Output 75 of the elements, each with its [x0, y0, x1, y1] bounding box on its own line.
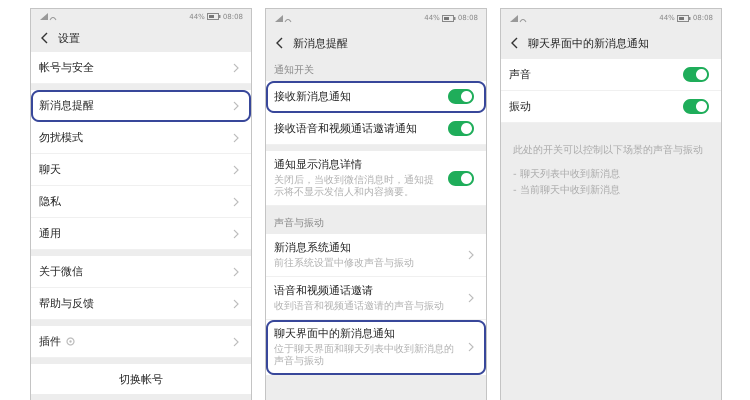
back-icon [41, 32, 48, 44]
row-label: 接收语音和视频通话邀请通知 [274, 121, 417, 136]
chevron-right-icon [233, 336, 239, 346]
row-description: 收到语音和视频通话邀请的声音与振动 [274, 301, 445, 313]
chevron-right-icon [233, 62, 239, 72]
switch-account-button[interactable]: 切换帐号 [113, 370, 169, 388]
row-label: 声音 [509, 67, 531, 82]
note-line: - 聊天列表中收到新消息 [513, 168, 621, 181]
battery-icon [206, 13, 221, 20]
toggle-switch[interactable] [683, 99, 709, 114]
chevron-right-icon [233, 228, 239, 238]
row-label: 接收新消息通知 [274, 89, 351, 104]
settings-row[interactable]: 插件 [31, 326, 251, 358]
page-title: 聊天界面中的新消息通知 [528, 36, 649, 50]
battery-icon [442, 14, 456, 22]
chevron-right-icon [233, 132, 239, 142]
toggle-switch[interactable] [448, 170, 474, 186]
chevron-right-icon [468, 342, 474, 352]
settings-row[interactable]: 聊天 [31, 154, 251, 186]
page-title: 设置 [58, 30, 80, 46]
settings-row[interactable]: 聊天界面中的新消息通知 位于聊天界面和聊天列表中收到新消息的声音与振动 [266, 320, 486, 375]
settings-row[interactable]: 帐号与安全 [31, 52, 251, 84]
settings-row[interactable]: 新消息系统通知 前往系统设置中修改声音与振动 [266, 234, 486, 277]
settings-row[interactable]: 通用 [31, 218, 251, 250]
note-line: - 当前聊天中收到新消息 [513, 184, 621, 197]
row-label: 通知显示消息详情 [274, 157, 362, 172]
battery-icon [676, 14, 691, 22]
settings-row[interactable]: 接收语音和视频通话邀请通知 [266, 113, 486, 145]
row-label: 勿扰模式 [39, 130, 83, 145]
chevron-right-icon [233, 100, 239, 110]
row-label: 新消息系统通知 [274, 240, 351, 255]
settings-row[interactable]: 振动 [501, 91, 721, 123]
settings-row[interactable]: 勿扰模式 [31, 122, 251, 154]
back-button[interactable] [274, 35, 285, 51]
settings-row[interactable]: 语音和视频通话邀请 收到语音和视频通话邀请的声音与振动 [266, 277, 486, 320]
row-label: 语音和视频通话邀请 [274, 283, 373, 298]
row-label: 通用 [39, 226, 61, 241]
settings-row[interactable]: 声音 [501, 59, 721, 91]
back-button[interactable] [509, 35, 520, 51]
chevron-right-icon [233, 164, 239, 174]
page-title: 新消息提醒 [293, 36, 348, 50]
chevron-right-icon [233, 266, 239, 276]
section-header: 声音与振动 [273, 216, 325, 231]
chevron-right-icon [233, 196, 239, 206]
section-header: 通知开关 [273, 64, 315, 78]
settings-row[interactable]: 新消息提醒 [31, 90, 251, 122]
settings-row[interactable]: 通知显示消息详情 关闭后，当收到微信消息时，通知提示将不显示发信人和内容摘要。 [266, 151, 486, 206]
row-label: 帐号与安全 [39, 60, 94, 75]
row-description: 位于聊天界面和聊天列表中收到新消息的声音与振动 [274, 344, 455, 368]
settings-row[interactable]: 隐私 [31, 186, 251, 218]
chevron-right-icon [468, 250, 474, 260]
row-label: 聊天 [39, 162, 61, 177]
note-text: 此处的开关可以控制以下场景的声音与振动 [513, 144, 704, 157]
toggle-switch[interactable] [448, 89, 474, 104]
signal-icon [509, 14, 527, 22]
row-label: 聊天界面中的新消息通知 [274, 326, 395, 341]
settings-row[interactable]: 接收新消息通知 [266, 81, 486, 113]
row-label: 振动 [509, 99, 531, 114]
row-label: 关于微信 [39, 264, 83, 279]
chevron-right-icon [468, 293, 474, 303]
chevron-right-icon [233, 298, 239, 308]
settings-row[interactable]: 关于微信 [31, 256, 251, 288]
settings-row[interactable]: 帮助与反馈 [31, 288, 251, 320]
signal-icon [39, 12, 57, 22]
row-description: 前往系统设置中修改声音与振动 [274, 258, 415, 270]
back-icon [511, 37, 518, 49]
row-label: 隐私 [39, 194, 61, 209]
row-description: 关闭后，当收到微信消息时，通知提示将不显示发信人和内容摘要。 [274, 175, 435, 199]
back-icon [276, 37, 283, 49]
row-label: 新消息提醒 [39, 98, 94, 113]
row-label: 帮助与反馈 [39, 296, 94, 311]
signal-icon [274, 14, 292, 22]
toggle-switch[interactable] [448, 121, 474, 136]
row-label: 插件 [39, 334, 61, 349]
toggle-switch[interactable] [683, 67, 709, 82]
